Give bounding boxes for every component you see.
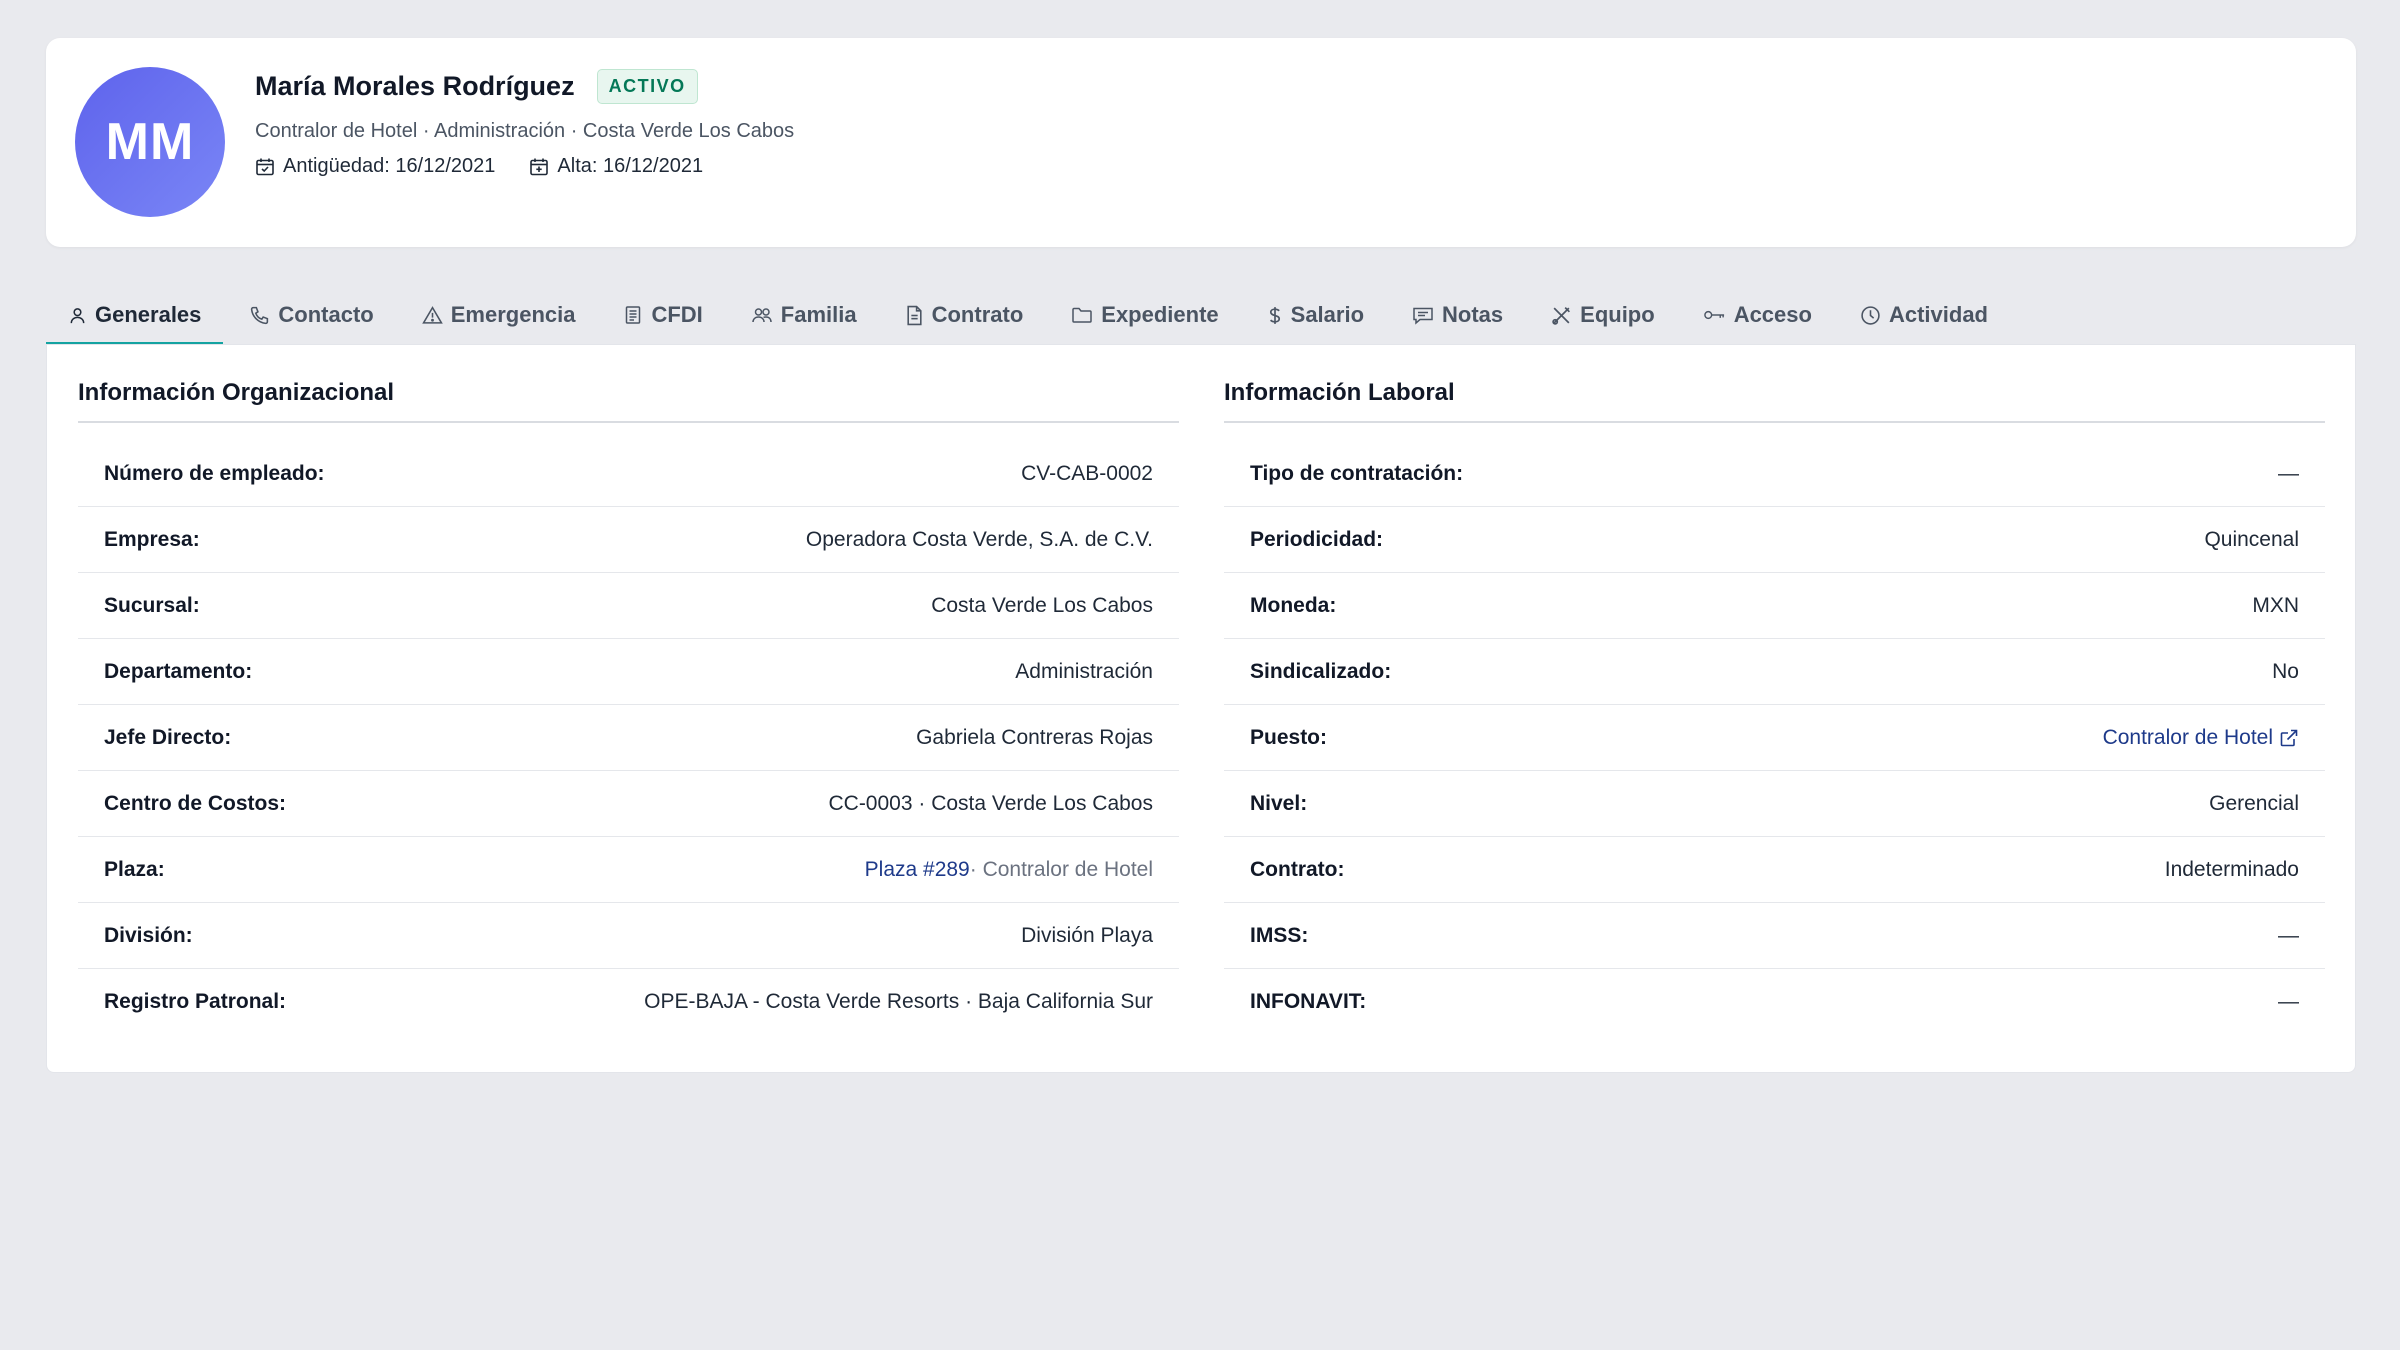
tab-familia[interactable]: Familia	[729, 285, 879, 345]
info-row: División: División Playa	[78, 903, 1179, 969]
general-info-panel: Información Organizacional Número de emp…	[46, 344, 2356, 1073]
employee-header-card: MM María Morales Rodríguez ACTIVO Contra…	[46, 38, 2356, 247]
phone-icon	[251, 306, 269, 324]
employee-subtitle: Contralor de Hotel · Administración · Co…	[255, 120, 795, 142]
calendar-check-icon	[256, 158, 274, 175]
info-row: Nivel: Gerencial	[1224, 771, 2325, 837]
info-row: IMSS: —	[1224, 903, 2325, 969]
info-row: Sucursal: Costa Verde Los Cabos	[78, 573, 1179, 639]
dollar-icon	[1269, 306, 1280, 324]
info-row: Tipo de contratación: —	[1224, 441, 2325, 507]
info-row: Contrato: Indeterminado	[1224, 837, 2325, 903]
status-badge: ACTIVO	[596, 68, 698, 104]
tab-notas[interactable]: Notas	[1390, 285, 1525, 345]
info-row: Departamento: Administración	[78, 639, 1179, 705]
tab-generales[interactable]: Generales	[46, 285, 224, 345]
work-info-section: Información Laboral Tipo de contratación…	[1224, 375, 2325, 1035]
message-icon	[1413, 307, 1433, 325]
info-row: INFONAVIT: —	[1250, 990, 2299, 1013]
clock-icon	[1861, 305, 1880, 325]
avatar: MM	[75, 67, 225, 217]
info-row: Jefe Directo: Gabriela Contreras Rojas	[78, 705, 1179, 771]
section-title: Información Laboral	[1224, 375, 2325, 423]
employee-name: María Morales Rodríguez	[255, 70, 575, 101]
users-icon	[752, 308, 772, 323]
tools-icon	[1552, 306, 1571, 325]
receipt-icon	[626, 306, 641, 324]
tab-contacto[interactable]: Contacto	[227, 285, 395, 345]
folder-icon	[1072, 307, 1093, 323]
info-row: Centro de Costos: CC-0003 · Costa Verde L…	[78, 771, 1179, 837]
tab-contrato[interactable]: Contrato	[883, 285, 1046, 345]
org-info-section: Información Organizacional Número de emp…	[78, 375, 1179, 1035]
seniority-date: Antigüedad: 16/12/2021	[255, 155, 495, 178]
info-row: Puesto: Contralor de Hotel	[1224, 705, 2325, 771]
puesto-link[interactable]: Contralor de Hotel	[2103, 726, 2273, 750]
tab-bar: Generales Contacto Emergencia CFDI Famil…	[46, 285, 2356, 345]
tab-cfdi[interactable]: CFDI	[601, 285, 724, 345]
info-row: Moneda: MXN	[1224, 573, 2325, 639]
info-row: Plaza: Plaza #289 · Contralor de Hotel	[78, 837, 1179, 903]
employee-info: María Morales Rodríguez ACTIVO Contralor…	[255, 66, 794, 178]
tab-emergencia[interactable]: Emergencia	[400, 285, 598, 345]
info-row: Sindicalizado: No	[1224, 639, 2325, 705]
avatar-initials: MM	[105, 113, 195, 171]
info-row: Número de empleado: CV-CAB-0002	[78, 441, 1179, 507]
document-icon	[907, 305, 922, 325]
info-row: Periodicidad: Quincenal	[1224, 507, 2325, 573]
info-row: Registro Patronal: OPE-BAJA - Costa Verde…	[104, 990, 1153, 1013]
user-icon	[70, 307, 85, 323]
key-icon	[1703, 310, 1724, 320]
tab-actividad[interactable]: Actividad	[1838, 285, 2010, 345]
tab-equipo[interactable]: Equipo	[1529, 285, 1677, 345]
tab-acceso[interactable]: Acceso	[1681, 285, 1834, 345]
calendar-plus-icon	[530, 158, 549, 175]
hire-date: Alta: 16/12/2021	[529, 155, 703, 178]
plaza-link[interactable]: Plaza #289	[865, 858, 970, 882]
tab-salario[interactable]: Salario	[1245, 285, 1386, 345]
info-row: Empresa: Operadora Costa Verde, S.A. de C…	[78, 507, 1179, 573]
section-title: Información Organizacional	[78, 375, 1179, 423]
external-link-icon[interactable]	[2279, 728, 2299, 748]
tab-expediente[interactable]: Expediente	[1049, 285, 1240, 345]
warning-icon	[421, 305, 443, 324]
